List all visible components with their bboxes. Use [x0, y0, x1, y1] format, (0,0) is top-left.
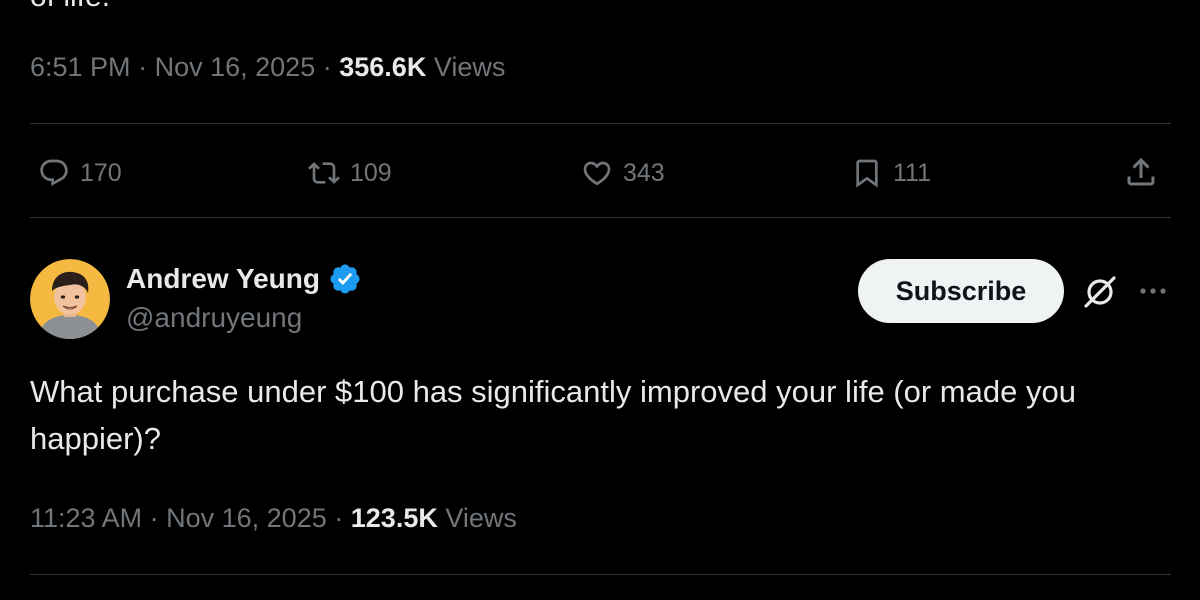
divider [30, 574, 1171, 575]
tweet-meta: 11:23 AM · Nov 16, 2025 · 123.5K Views [30, 503, 517, 534]
reply-button[interactable]: 170 [38, 150, 122, 196]
tweet-views-label: Views [445, 503, 517, 533]
grok-icon[interactable] [1080, 272, 1120, 312]
previous-tweet-views-count: 356.6K [339, 52, 427, 82]
divider [30, 123, 1171, 124]
bookmark-count: 111 [893, 158, 932, 187]
share-icon [1127, 157, 1155, 186]
verified-badge-icon[interactable] [328, 262, 362, 296]
share-button[interactable] [1121, 150, 1161, 194]
previous-tweet-time[interactable]: 6:51 PM [30, 52, 131, 82]
more-icon[interactable] [1136, 274, 1170, 308]
tweet-time[interactable]: 11:23 AM [30, 503, 142, 533]
author-handle[interactable]: @andruyeung [126, 302, 302, 334]
bookmark-button[interactable]: 111 [851, 150, 931, 196]
avatar[interactable] [30, 259, 110, 339]
tweet-text: What purchase under $100 has significant… [30, 374, 1076, 456]
previous-tweet-meta: 6:51 PM · Nov 16, 2025 · 356.6K Views [30, 52, 505, 83]
like-count: 343 [623, 158, 665, 187]
tweet-date[interactable]: Nov 16, 2025 [166, 503, 327, 533]
retweet-button[interactable]: 109 [308, 150, 392, 196]
bookmark-icon [856, 159, 878, 188]
reply-count: 170 [80, 158, 122, 187]
previous-tweet-views-label: Views [433, 52, 506, 82]
meta-separator: · [138, 52, 148, 82]
reply-icon [40, 159, 68, 186]
retweet-icon [308, 162, 340, 184]
like-button[interactable]: 343 [581, 150, 665, 196]
meta-separator: · [334, 503, 344, 533]
avatar-image [30, 259, 110, 339]
previous-tweet-date[interactable]: Nov 16, 2025 [155, 52, 316, 82]
tweet-views-count: 123.5K [350, 503, 438, 533]
author-name[interactable]: Andrew Yeung [126, 263, 320, 295]
author-name-row: Andrew Yeung [126, 262, 362, 296]
meta-separator: · [322, 52, 332, 82]
retweet-count: 109 [350, 158, 392, 187]
previous-tweet-text-fragment: of life. [30, 0, 110, 12]
subscribe-button[interactable]: Subscribe [858, 259, 1064, 323]
heart-icon [583, 161, 611, 186]
meta-separator: · [149, 503, 159, 533]
divider [30, 217, 1171, 218]
